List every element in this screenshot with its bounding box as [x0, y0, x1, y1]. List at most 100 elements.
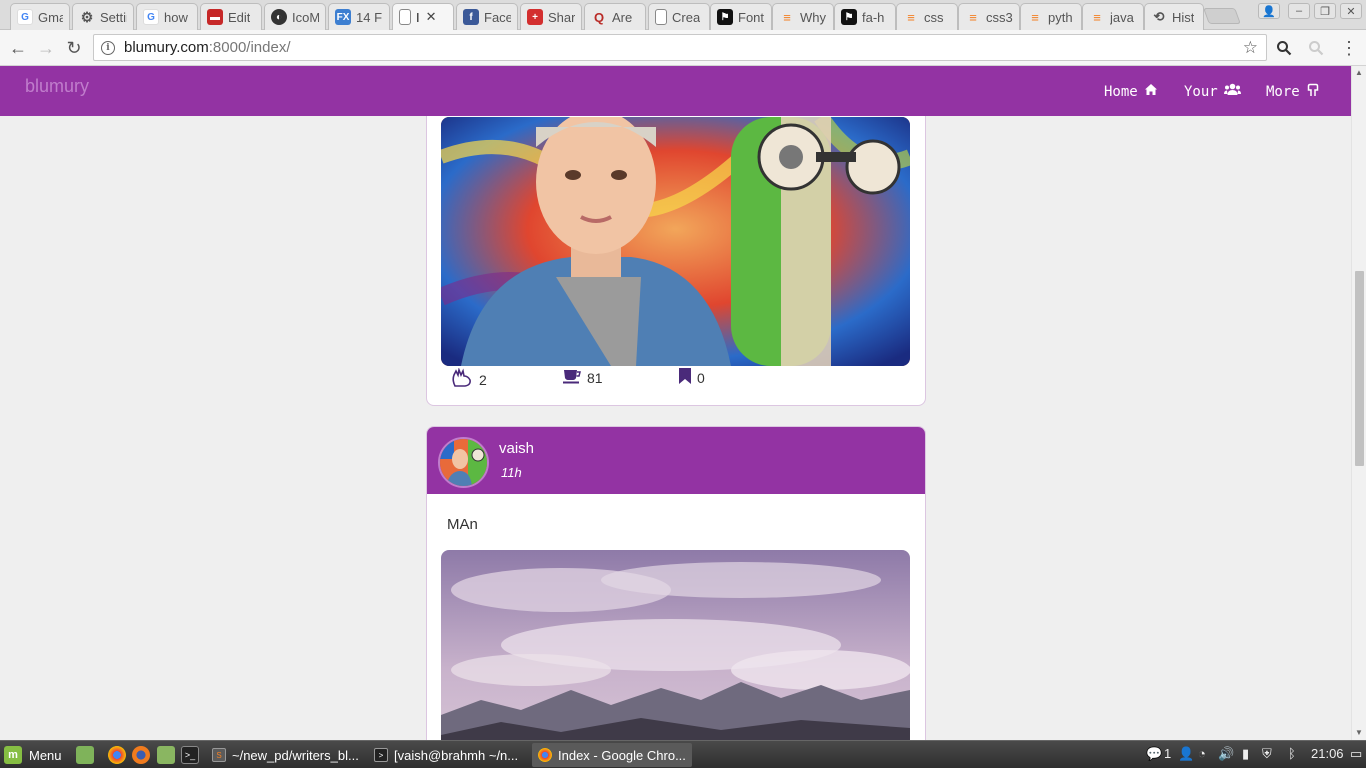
coffee-stat[interactable]: 81 [563, 368, 603, 387]
quora-icon: Q [593, 9, 605, 25]
users-icon [1223, 83, 1241, 100]
tab-python[interactable]: ≡ pyth [1020, 3, 1082, 30]
coffee-count: 81 [587, 369, 603, 386]
volume-icon[interactable]: 🔊 [1218, 746, 1234, 762]
tab-history[interactable]: ⟲ Hist [1144, 3, 1204, 30]
chat-icon[interactable]: 💬 [1146, 746, 1162, 762]
history-icon: ⟲ [1153, 9, 1165, 24]
start-menu-button[interactable]: m Menu [4, 746, 62, 764]
chrome-icon [538, 748, 552, 762]
tab-gmail[interactable]: G Gmail [10, 3, 70, 30]
profile-icon[interactable]: 👤 [1258, 3, 1280, 19]
info-icon[interactable]: i [101, 40, 115, 55]
post-author[interactable]: vaish [499, 440, 534, 457]
nav-more-label: More [1266, 84, 1300, 100]
close-window-button[interactable]: ✕ [1340, 3, 1362, 19]
back-button[interactable]: ← [6, 36, 30, 60]
google-icon: G [17, 9, 33, 25]
tab-java[interactable]: ≡ java [1082, 3, 1144, 30]
flag-icon: ⚑ [717, 9, 733, 25]
scroll-thumb[interactable] [1355, 271, 1364, 466]
reload-button[interactable]: ↻ [62, 36, 86, 60]
wifi-icon[interactable]: ◔ [1198, 746, 1206, 761]
battery-icon[interactable]: ▮ [1242, 746, 1249, 762]
scroll-down-arrow-icon[interactable]: ▼ [1355, 728, 1363, 737]
site-brand[interactable]: blumury [25, 76, 89, 97]
extension-search-icon[interactable] [1304, 36, 1328, 60]
user-icon[interactable]: 👤 [1178, 746, 1194, 762]
post-time: 11h [501, 465, 522, 480]
close-tab-icon[interactable]: ✕ [426, 9, 437, 25]
tab-css3[interactable]: ≡ css3 [958, 3, 1020, 30]
nav-your-label: Your [1184, 83, 1218, 100]
tab-icomoon[interactable]: ◐ IcoMoon [264, 3, 326, 30]
tab-strip: G Gmail ⚙ Settings G how ▬ Edit ◐ IcoMoo… [0, 0, 1366, 30]
terminal-icon: > [374, 748, 388, 762]
bookmark-star-icon[interactable]: ☆ [1243, 38, 1258, 58]
taskbar: m Menu >_ S ~/new_pd/writers_bl... > [va… [0, 740, 1366, 768]
car-icon: ▬ [207, 9, 223, 25]
tab-how[interactable]: G how [136, 3, 198, 30]
page-icon [399, 9, 411, 25]
notification-count: 1 [1164, 746, 1172, 761]
page-icon [655, 9, 667, 25]
show-desktop-corner-icon[interactable]: ▭ [1350, 746, 1362, 762]
tab-index-active[interactable]: I ✕ [392, 3, 454, 30]
menu-kebab-icon[interactable]: ⋮ [1337, 36, 1361, 60]
nav-home[interactable]: Home [1104, 83, 1158, 100]
tab-fa-h[interactable]: ⚑ fa-h [834, 3, 896, 30]
google-icon: G [143, 9, 159, 25]
taskbar-window-terminal[interactable]: > [vaish@brahmh ~/n... [368, 743, 526, 767]
firefox-launcher-icon[interactable] [132, 746, 150, 764]
terminal-launcher-icon[interactable]: >_ [181, 746, 199, 764]
post-image[interactable] [441, 550, 910, 740]
avatar[interactable] [438, 437, 489, 488]
address-bar[interactable]: i blumury.com:8000/index/ ☆ [93, 34, 1267, 61]
facebook-icon: f [463, 9, 479, 25]
taskbar-window-editor[interactable]: S ~/new_pd/writers_bl... [206, 743, 364, 767]
tab-edit[interactable]: ▬ Edit [200, 3, 262, 30]
tab-settings[interactable]: ⚙ Settings [72, 3, 134, 30]
tab-css[interactable]: ≡ css [896, 3, 958, 30]
site-navbar: blumury Home Your More [0, 66, 1351, 116]
taskbar-window-chrome[interactable]: Index - Google Chro... [532, 743, 692, 767]
fx-icon: FX [335, 9, 351, 25]
clock[interactable]: 21:06 [1311, 746, 1344, 761]
clap-hands-icon [451, 367, 473, 391]
stackoverflow-icon: ≡ [783, 9, 791, 25]
shield-icon[interactable]: ⛨ [1262, 746, 1272, 762]
tab-create[interactable]: Crea [648, 3, 710, 30]
home-icon [1144, 83, 1158, 100]
tab-quora[interactable]: Q Are [584, 3, 646, 30]
search-icon[interactable] [1272, 36, 1296, 60]
nav-your[interactable]: Your [1184, 83, 1241, 100]
new-tab-button[interactable] [1203, 8, 1241, 24]
bookmark-stat[interactable]: 0 [679, 368, 705, 387]
bluetooth-icon[interactable]: ᛒ [1288, 746, 1296, 761]
forward-button[interactable]: → [34, 36, 58, 60]
tab-14f[interactable]: FX 14 F [328, 3, 390, 30]
maximize-button[interactable]: ❐ [1314, 3, 1336, 19]
clap-count: 2 [479, 371, 487, 388]
files-launcher-icon[interactable] [157, 746, 175, 764]
post-image[interactable] [441, 117, 910, 366]
flag-icon: ⚑ [841, 9, 857, 25]
minimize-button[interactable]: – [1288, 3, 1310, 19]
tab-why[interactable]: ≡ Why [772, 3, 834, 30]
red-cross-icon: + [527, 9, 543, 25]
post-header: vaish 11h [427, 427, 925, 494]
hand-pointing-icon [1306, 83, 1320, 101]
tab-font[interactable]: ⚑ Font [710, 3, 772, 30]
browser-toolbar: ← → ↻ i blumury.com:8000/index/ ☆ ⋮ [0, 30, 1366, 66]
nav-more[interactable]: More [1266, 83, 1320, 101]
tab-facebook[interactable]: f Face [456, 3, 518, 30]
nav-home-label: Home [1104, 83, 1138, 100]
scroll-up-arrow-icon[interactable]: ▲ [1355, 68, 1363, 77]
page-scrollbar[interactable]: ▲ ▼ [1351, 66, 1366, 740]
chrome-launcher-icon[interactable] [108, 746, 126, 764]
show-desktop-icon[interactable] [76, 746, 94, 764]
stackoverflow-icon: ≡ [1093, 9, 1101, 25]
post-card: 2 81 0 [426, 116, 926, 406]
tab-share[interactable]: + Shar [520, 3, 582, 30]
clap-stat[interactable]: 2 [451, 367, 487, 391]
